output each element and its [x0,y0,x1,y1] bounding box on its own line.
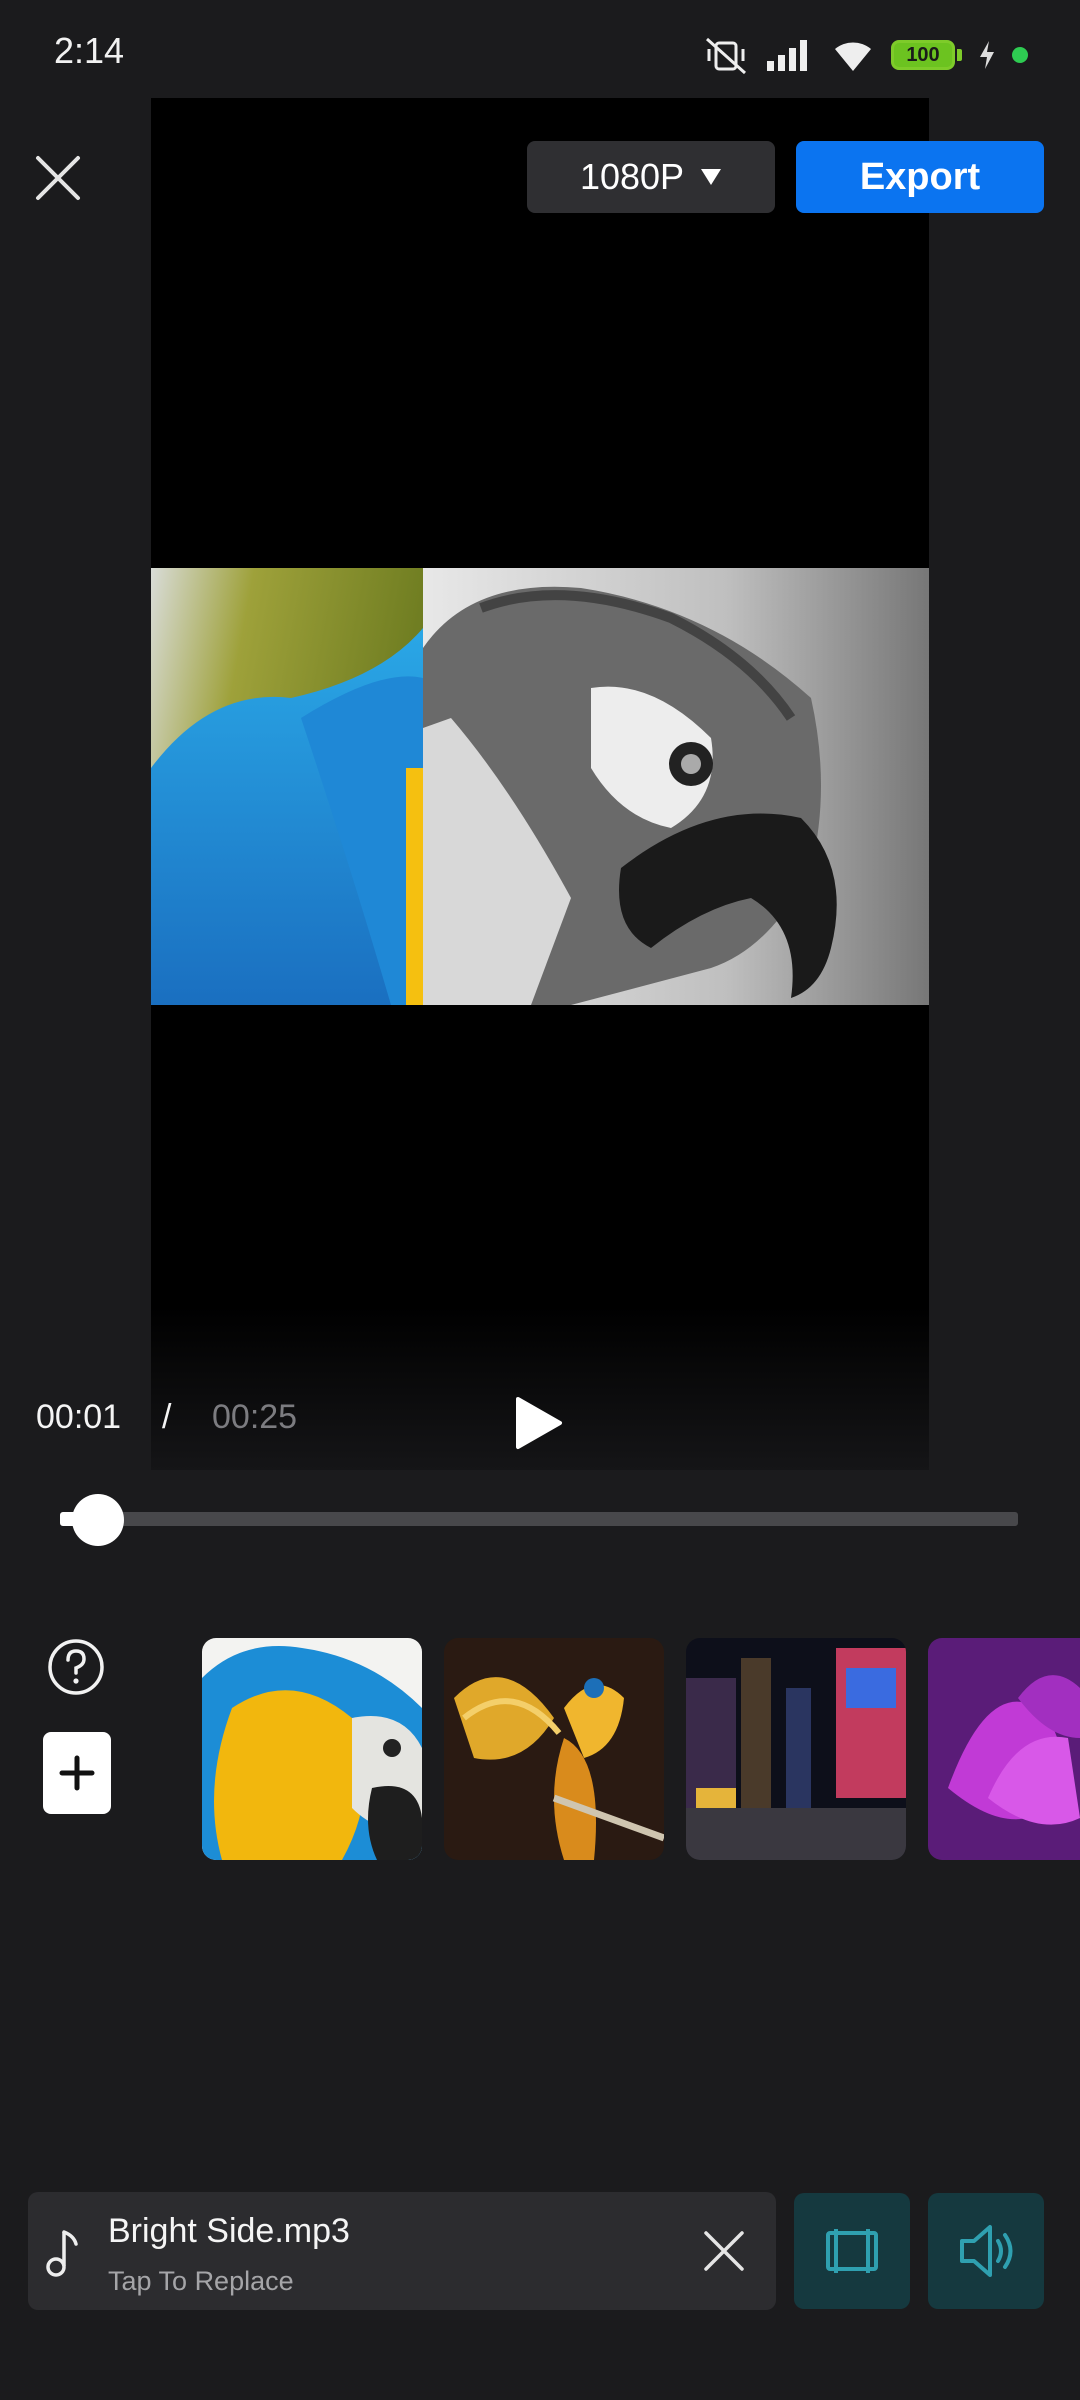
macaw-image [151,568,929,1005]
clip-thumbnail[interactable] [686,1638,906,1860]
status-icons: 100 [703,30,1028,80]
resolution-dropdown[interactable]: 1080P [527,141,775,213]
charging-icon [980,41,994,69]
mute-vibrate-icon [705,37,747,75]
clip-thumbnail[interactable] [202,1638,422,1860]
clip-thumbnail[interactable] [928,1638,1080,1860]
battery-icon: 100 [891,40,955,70]
clip-thumbnail[interactable] [444,1638,664,1860]
battery-level: 100 [906,43,940,66]
macaw-closeup-thumbnail [202,1638,422,1860]
preview-frame [151,568,929,1005]
purple-flower-thumbnail [928,1638,1080,1860]
aspect-ratio-button[interactable] [794,2193,910,2309]
total-time: 00:25 [212,1398,298,1436]
help-icon[interactable] [47,1638,105,1696]
active-dot-icon [1012,47,1028,63]
progress-track[interactable] [60,1512,1018,1526]
parrot-wings-thumbnail [444,1638,664,1860]
remove-music-icon[interactable] [700,2227,748,2275]
export-button[interactable]: Export [796,141,1044,213]
volume-icon [960,2225,1013,2277]
replace-music-hint[interactable]: Tap To Replace [108,2266,294,2297]
battery-tip [957,49,962,61]
music-note-icon [46,2230,78,2277]
aspect-ratio-icon [826,2229,878,2273]
caret-down-icon [701,169,722,185]
time-separator: / [162,1398,172,1436]
play-icon[interactable] [512,1395,564,1451]
status-time: 2:14 [54,30,125,71]
current-time: 00:01 [36,1398,122,1436]
add-media-button[interactable] [43,1732,111,1814]
resolution-label: 1080P [579,156,685,197]
city-night-thumbnail [686,1638,906,1860]
signal-icon [767,40,807,71]
music-name: Bright Side.mp3 [108,2212,350,2250]
volume-button[interactable] [928,2193,1044,2309]
close-icon[interactable] [30,150,86,206]
plus-icon [59,1755,95,1791]
wifi-icon [835,42,871,71]
progress-handle[interactable] [72,1494,125,1546]
